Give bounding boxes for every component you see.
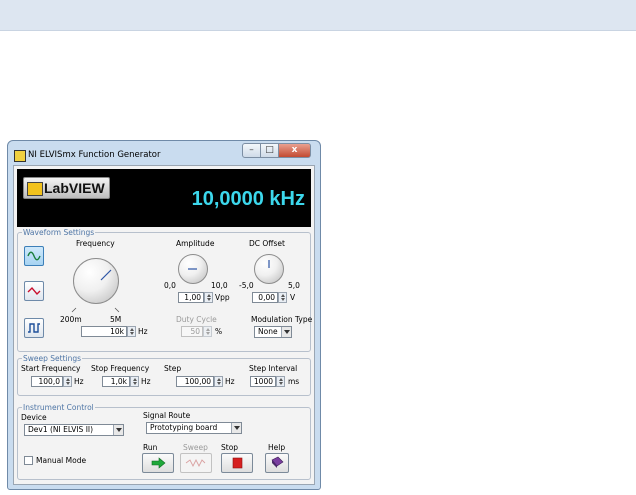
top-bar [0, 0, 636, 31]
stop-label: Stop [221, 443, 239, 452]
frequency-min-label: 200m [60, 315, 82, 324]
step-interval-unit: ms [288, 377, 300, 386]
stop-frequency-spinner[interactable] [130, 376, 139, 387]
frequency-knob[interactable] [73, 258, 119, 304]
start-frequency-label: Start Frequency [21, 364, 81, 373]
help-button[interactable] [265, 453, 289, 473]
stop-button[interactable] [221, 453, 253, 473]
header-panel: LabVIEW 10,0000 kHz [17, 169, 311, 227]
manual-mode-label: Manual Mode [36, 456, 87, 465]
sweep-settings-group: Sweep Settings Start Frequency 100,0 Hz … [17, 354, 311, 396]
chevron-down-icon[interactable] [113, 425, 123, 435]
amplitude-spinner[interactable] [204, 292, 213, 303]
frequency-max-label: 5M [110, 315, 122, 324]
amplitude-input[interactable]: 1,00 [178, 292, 204, 303]
triangle-wave-button[interactable] [24, 281, 44, 301]
duty-cycle-label: Duty Cycle [176, 315, 217, 324]
function-generator-window: NI ELVISmx Function Generator – □ x LabV… [7, 140, 321, 490]
maximize-button[interactable]: □ [260, 143, 279, 158]
labview-icon [27, 182, 43, 196]
labview-logo: LabVIEW [23, 177, 110, 199]
chevron-down-icon[interactable] [281, 327, 291, 337]
step-label: Step [164, 364, 182, 373]
signal-route-select[interactable]: Prototyping board [146, 422, 242, 434]
dc-offset-spinner[interactable] [278, 292, 287, 303]
window-title: NI ELVISmx Function Generator [28, 150, 161, 160]
sine-wave-button[interactable] [24, 246, 44, 266]
duty-cycle-input: 50 [181, 326, 203, 337]
dc-offset-knob[interactable] [254, 254, 284, 284]
minimize-button[interactable]: – [242, 143, 261, 158]
duty-cycle-spinner [203, 326, 212, 337]
frequency-spinner[interactable] [127, 326, 136, 337]
window-client-area: LabVIEW 10,0000 kHz Waveform Settings Fr… [13, 165, 315, 485]
duty-cycle-unit: % [215, 327, 223, 336]
step-interval-input[interactable]: 1000 [250, 376, 276, 387]
amplitude-unit: Vpp [215, 293, 230, 302]
device-label: Device [21, 413, 47, 422]
run-button[interactable] [142, 453, 174, 473]
amplitude-knob-indicator [188, 268, 197, 270]
frequency-unit: Hz [138, 327, 148, 336]
step-unit: Hz [225, 377, 235, 386]
stop-square-icon [232, 457, 243, 469]
close-button[interactable]: x [278, 143, 311, 158]
help-book-icon [271, 456, 284, 468]
step-input[interactable]: 100,00 [176, 376, 214, 387]
modulation-type-label: Modulation Type [251, 315, 313, 324]
start-frequency-input[interactable]: 100,0 [31, 376, 63, 387]
modulation-type-value: None [258, 327, 278, 336]
signal-route-label: Signal Route [143, 411, 191, 420]
square-wave-button[interactable] [24, 318, 44, 338]
frequency-knob-ticks [71, 307, 120, 313]
amplitude-max-label: 10,0 [211, 281, 228, 290]
device-value: Dev1 (NI ELVIS II) [28, 425, 94, 434]
run-label: Run [143, 443, 158, 452]
sine-wave-icon [27, 251, 41, 261]
sweep-label: Sweep [183, 443, 208, 452]
device-select[interactable]: Dev1 (NI ELVIS II) [24, 424, 124, 436]
waveform-settings-group: Waveform Settings Frequency 200m 5M 10k … [17, 228, 313, 352]
chevron-down-icon[interactable] [231, 423, 241, 433]
dc-offset-max-label: 5,0 [288, 281, 300, 290]
step-interval-label: Step Interval [249, 364, 298, 373]
modulation-type-select[interactable]: None [254, 326, 292, 338]
instrument-control-title: Instrument Control [22, 403, 95, 412]
frequency-label: Frequency [76, 239, 115, 248]
title-bar[interactable]: NI ELVISmx Function Generator – □ x [8, 141, 320, 167]
stop-frequency-label: Stop Frequency [91, 364, 150, 373]
labview-logo-text: LabVIEW [44, 180, 105, 196]
frequency-input[interactable]: 10k [81, 326, 127, 337]
help-label: Help [268, 443, 286, 452]
step-spinner[interactable] [214, 376, 223, 387]
instrument-control-group: Instrument Control Device Dev1 (NI ELVIS… [17, 403, 311, 480]
signal-route-value: Prototyping board [150, 423, 218, 432]
sweep-button [180, 453, 212, 473]
amplitude-knob[interactable] [178, 254, 208, 284]
run-arrow-icon [151, 457, 166, 469]
app-icon [14, 150, 26, 162]
dc-offset-label: DC Offset [249, 239, 285, 248]
stop-frequency-input[interactable]: 1,0k [102, 376, 130, 387]
waveform-settings-title: Waveform Settings [22, 228, 96, 237]
triangle-wave-icon [27, 286, 41, 296]
sweep-settings-title: Sweep Settings [22, 354, 83, 363]
start-frequency-spinner[interactable] [63, 376, 72, 387]
dc-offset-input[interactable]: 0,00 [252, 292, 278, 303]
sweep-wave-icon [185, 458, 206, 468]
dc-offset-unit: V [290, 293, 296, 302]
start-frequency-unit: Hz [74, 377, 84, 386]
amplitude-min-label: 0,0 [164, 281, 176, 290]
square-wave-icon [28, 323, 40, 333]
stop-frequency-unit: Hz [141, 377, 151, 386]
dc-offset-knob-indicator [268, 260, 270, 268]
amplitude-label: Amplitude [176, 239, 215, 248]
manual-mode-checkbox[interactable] [24, 456, 33, 465]
step-interval-spinner[interactable] [276, 376, 285, 387]
frequency-display: 10,0000 kHz [191, 188, 305, 210]
frequency-knob-indicator [100, 269, 112, 281]
dc-offset-min-label: -5,0 [239, 281, 254, 290]
